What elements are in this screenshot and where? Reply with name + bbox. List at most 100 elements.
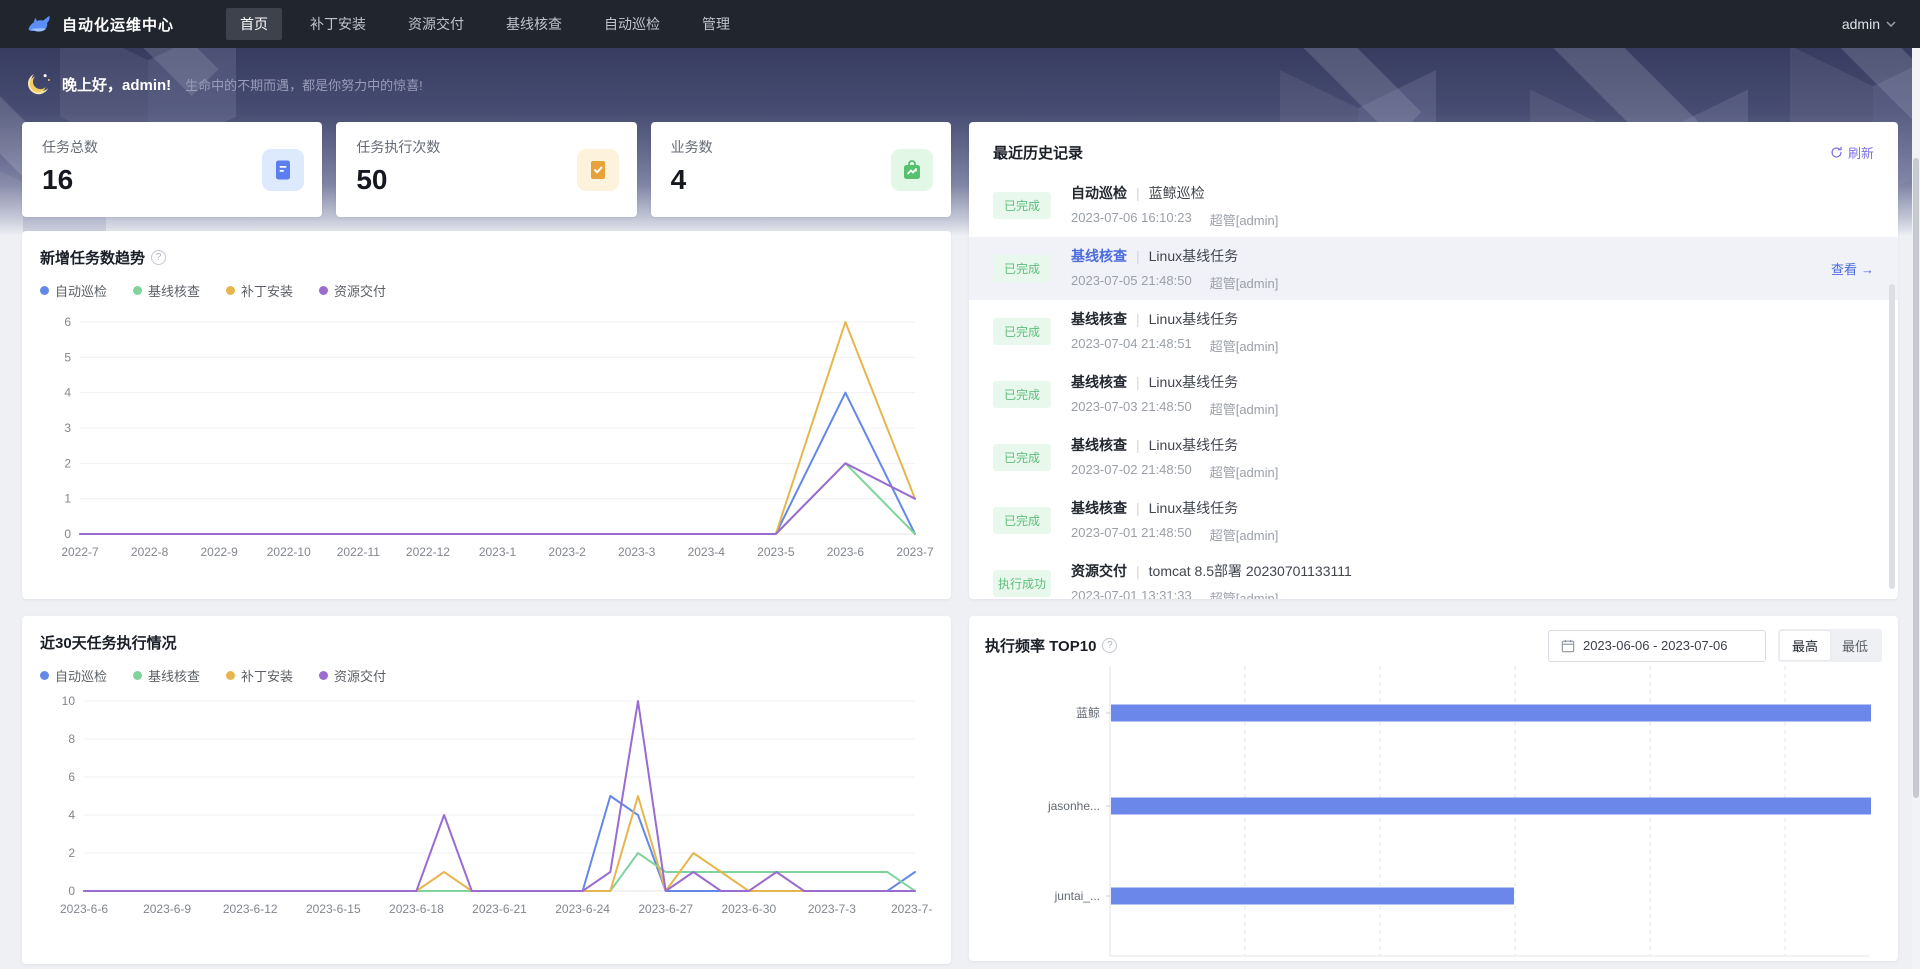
chart1-legend: 自动巡检 基线核查 补丁安装 资源交付	[40, 281, 933, 300]
top-nav: 自动化运维中心 首页补丁安装资源交付基线核查自动巡检管理 admin	[0, 0, 1920, 48]
divider	[1136, 185, 1140, 201]
legend-item[interactable]: 基线核查	[133, 666, 200, 685]
divider	[1136, 374, 1140, 390]
svg-text:2023-6-9: 2023-6-9	[143, 902, 191, 916]
toggle-highest[interactable]: 最高	[1780, 631, 1830, 660]
user-menu[interactable]: admin	[1842, 16, 1896, 32]
legend-item[interactable]: 补丁安装	[226, 666, 293, 685]
nav-item[interactable]: 基线核查	[492, 8, 576, 40]
legend-dot-icon	[133, 671, 142, 680]
divider	[1136, 437, 1140, 453]
history-scrollbar-thumb[interactable]	[1889, 284, 1895, 589]
top10-title: 执行频率 TOP10	[985, 635, 1096, 656]
legend-item[interactable]: 资源交付	[319, 666, 386, 685]
divider	[1136, 248, 1140, 264]
nav-item[interactable]: 资源交付	[394, 8, 478, 40]
panel-30day-executions: 近30天任务执行情况 自动巡检基线核查补丁安装资源交付 02468102023-…	[22, 616, 951, 964]
panel-new-task-trend: 新增任务数趋势 自动巡检基线核查补丁安装资源交付 01234562022-720…	[22, 231, 951, 599]
svg-text:2023-3: 2023-3	[618, 545, 656, 559]
nav-item[interactable]: 首页	[226, 8, 282, 40]
legend-dot-icon	[40, 671, 49, 680]
history-row[interactable]: 执行成功资源交付tomcat 8.5部署 202307011331112023-…	[969, 552, 1898, 599]
refresh-button[interactable]: 刷新	[1830, 143, 1874, 162]
legend-item[interactable]: 补丁安装	[226, 281, 293, 300]
page-scrollbar-thumb[interactable]	[1913, 158, 1919, 798]
help-icon[interactable]	[1102, 638, 1117, 653]
history-type[interactable]: 基线核查	[1071, 246, 1127, 266]
history-row[interactable]: 已完成基线核查Linux基线任务2023-07-02 21:48:50超管[ad…	[969, 426, 1898, 489]
divider	[1136, 563, 1140, 579]
status-badge: 已完成	[993, 444, 1051, 471]
svg-text:jasonhe...: jasonhe...	[1047, 799, 1100, 813]
date-range-value: 2023-06-06 - 2023-07-06	[1583, 638, 1728, 653]
svg-text:1: 1	[64, 492, 71, 506]
nav-menu: 首页补丁安装资源交付基线核查自动巡检管理	[226, 0, 744, 48]
history-type: 基线核查	[1071, 498, 1127, 518]
legend-label: 补丁安装	[241, 281, 293, 300]
legend-item[interactable]: 资源交付	[319, 281, 386, 300]
help-icon[interactable]	[151, 250, 166, 265]
svg-text:2023-6-18: 2023-6-18	[389, 902, 444, 916]
history-operator: 超管[admin]	[1210, 210, 1279, 229]
history-type: 资源交付	[1071, 561, 1127, 581]
chevron-down-icon	[1886, 21, 1896, 27]
history-row[interactable]: 已完成基线核查Linux基线任务2023-07-04 21:48:51超管[ad…	[969, 300, 1898, 363]
svg-text:3: 3	[64, 421, 71, 435]
history-row[interactable]: 已完成基线核查Linux基线任务2023-07-03 21:48:50超管[ad…	[969, 363, 1898, 426]
status-badge: 已完成	[993, 255, 1051, 282]
legend-dot-icon	[133, 286, 142, 295]
svg-text:2022-8: 2022-8	[131, 545, 169, 559]
bar[interactable]	[1111, 888, 1514, 905]
view-label: 查看	[1831, 262, 1857, 277]
svg-text:2023-6-6: 2023-6-6	[60, 902, 108, 916]
history-task-name: tomcat 8.5部署 20230701133111	[1149, 561, 1352, 581]
nav-item[interactable]: 补丁安装	[296, 8, 380, 40]
history-operator: 超管[admin]	[1210, 525, 1279, 544]
history-type: 基线核查	[1071, 309, 1127, 329]
svg-text:2023-7: 2023-7	[896, 545, 933, 559]
legend-item[interactable]: 自动巡检	[40, 281, 107, 300]
svg-text:4: 4	[64, 386, 71, 400]
panel-recent-history: 最近历史记录 刷新 已完成自动巡检蓝鲸巡检2023-07-06 16:10:23…	[969, 122, 1898, 599]
svg-text:juntai_...: juntai_...	[1054, 889, 1100, 903]
history-time: 2023-07-06 16:10:23	[1071, 210, 1192, 229]
history-type: 基线核查	[1071, 372, 1127, 392]
svg-text:2023-6-30: 2023-6-30	[721, 902, 776, 916]
legend-item[interactable]: 基线核查	[133, 281, 200, 300]
nav-item[interactable]: 管理	[688, 8, 744, 40]
svg-text:蓝鲸: 蓝鲸	[1076, 705, 1100, 720]
svg-text:6: 6	[64, 315, 71, 329]
chart2-canvas: 02468102023-6-62023-6-92023-6-122023-6-1…	[40, 689, 933, 946]
status-badge: 已完成	[993, 507, 1051, 534]
view-link[interactable]: 查看	[1831, 259, 1874, 278]
svg-text:2: 2	[68, 846, 75, 860]
toggle-lowest[interactable]: 最低	[1830, 631, 1880, 660]
date-range-picker[interactable]: 2023-06-06 - 2023-07-06	[1548, 630, 1766, 662]
arrow-right-icon	[1857, 262, 1874, 277]
nav-item[interactable]: 自动巡检	[590, 8, 674, 40]
svg-text:2023-6-21: 2023-6-21	[472, 902, 527, 916]
legend-item[interactable]: 自动巡检	[40, 666, 107, 685]
history-row[interactable]: 已完成基线核查Linux基线任务2023-07-05 21:48:50超管[ad…	[969, 237, 1898, 300]
page-scrollbar[interactable]	[1912, 48, 1920, 969]
chart1-canvas: 01234562022-72022-82022-92022-102022-112…	[40, 304, 933, 591]
document-icon	[262, 149, 304, 191]
svg-text:6: 6	[68, 770, 75, 784]
history-title: 最近历史记录	[993, 142, 1083, 163]
legend-label: 基线核查	[148, 281, 200, 300]
legend-label: 资源交付	[334, 666, 386, 685]
svg-text:2022-11: 2022-11	[337, 545, 380, 559]
history-row[interactable]: 已完成自动巡检蓝鲸巡检2023-07-06 16:10:23超管[admin]	[969, 174, 1898, 237]
history-time: 2023-07-04 21:48:51	[1071, 336, 1192, 355]
svg-text:2023-7-3: 2023-7-3	[808, 902, 856, 916]
history-operator: 超管[admin]	[1210, 588, 1279, 600]
history-type: 自动巡检	[1071, 183, 1127, 203]
moon-icon	[22, 70, 52, 100]
history-row[interactable]: 已完成基线核查Linux基线任务2023-07-01 21:48:50超管[ad…	[969, 489, 1898, 552]
history-task-name: Linux基线任务	[1149, 246, 1238, 266]
history-operator: 超管[admin]	[1210, 336, 1279, 355]
bar[interactable]	[1111, 705, 1871, 722]
legend-dot-icon	[319, 671, 328, 680]
bar[interactable]	[1111, 798, 1871, 815]
whale-logo-icon	[24, 10, 52, 38]
